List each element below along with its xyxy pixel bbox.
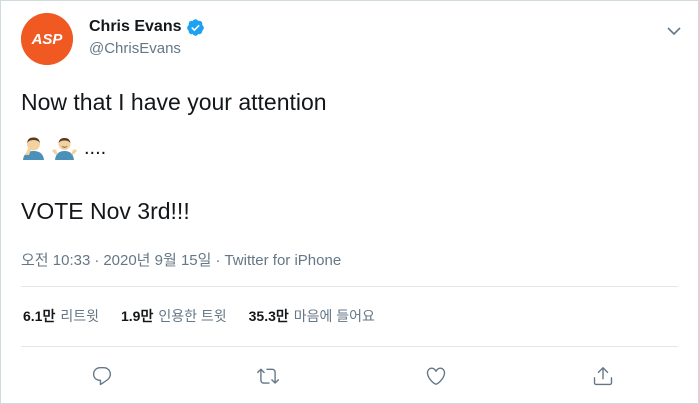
tweet-card: ASP Chris Evans @ChrisEvans Now that I h…	[0, 0, 699, 404]
tweet-meta: 오전 10:33 · 2020년 9월 15일 · Twitter for iPhone	[21, 249, 341, 270]
author-block: Chris Evans @ChrisEvans	[89, 15, 205, 57]
stat-value: 6.1만	[23, 308, 56, 324]
stat-label: 리트윗	[60, 308, 99, 324]
meta-separator: ·	[94, 252, 100, 269]
retweet-button[interactable]	[251, 359, 285, 393]
reply-button[interactable]	[85, 359, 119, 393]
divider	[21, 346, 678, 347]
tweet-time[interactable]: 오전 10:33	[21, 252, 90, 269]
handle[interactable]: @ChrisEvans	[89, 40, 205, 57]
divider	[21, 286, 678, 287]
tweet-stats: 6.1만 리트윗 1.9만 인용한 트윗 35.3만 마음에 들어요	[23, 306, 397, 326]
shrug-emoji-icon	[52, 135, 77, 160]
share-button[interactable]	[586, 359, 620, 393]
tweet-emoji-line: ....	[21, 134, 106, 160]
tweet-text-line: VOTE Nov 3rd!!!	[21, 198, 190, 224]
share-icon	[593, 367, 613, 386]
svg-text:ASP: ASP	[31, 31, 64, 48]
meta-separator: ·	[215, 252, 221, 269]
tweet-text-line: Now that I have your attention	[21, 89, 327, 115]
stat-label: 인용한 트윗	[158, 308, 227, 324]
stat-label: 마음에 들어요	[293, 308, 375, 324]
verified-badge-icon	[186, 18, 205, 37]
display-name[interactable]: Chris Evans	[89, 18, 181, 36]
reply-icon	[92, 367, 112, 386]
like-icon	[426, 367, 446, 385]
retweets-stat[interactable]: 6.1만 리트윗	[23, 306, 99, 326]
retweet-icon	[257, 368, 279, 384]
likes-stat[interactable]: 35.3만 마음에 들어요	[249, 306, 375, 326]
like-button[interactable]	[419, 359, 453, 393]
tweet-actions	[1, 359, 699, 393]
more-options-chevron-icon[interactable]	[664, 21, 684, 41]
stat-value: 1.9만	[120, 308, 154, 324]
tweet-ellipsis: ....	[84, 136, 107, 159]
tweet-source[interactable]: Twitter for iPhone	[224, 252, 341, 269]
asp-logo: ASP	[21, 13, 73, 65]
avatar[interactable]: ASP	[21, 13, 73, 65]
quote-tweets-stat[interactable]: 1.9만 인용한 트윗	[121, 306, 227, 326]
tweet-date[interactable]: 2020년 9월 15일	[103, 252, 211, 269]
stat-value: 35.3만	[248, 308, 289, 324]
facepalm-emoji-icon	[21, 135, 46, 160]
name-row: Chris Evans	[89, 15, 205, 39]
